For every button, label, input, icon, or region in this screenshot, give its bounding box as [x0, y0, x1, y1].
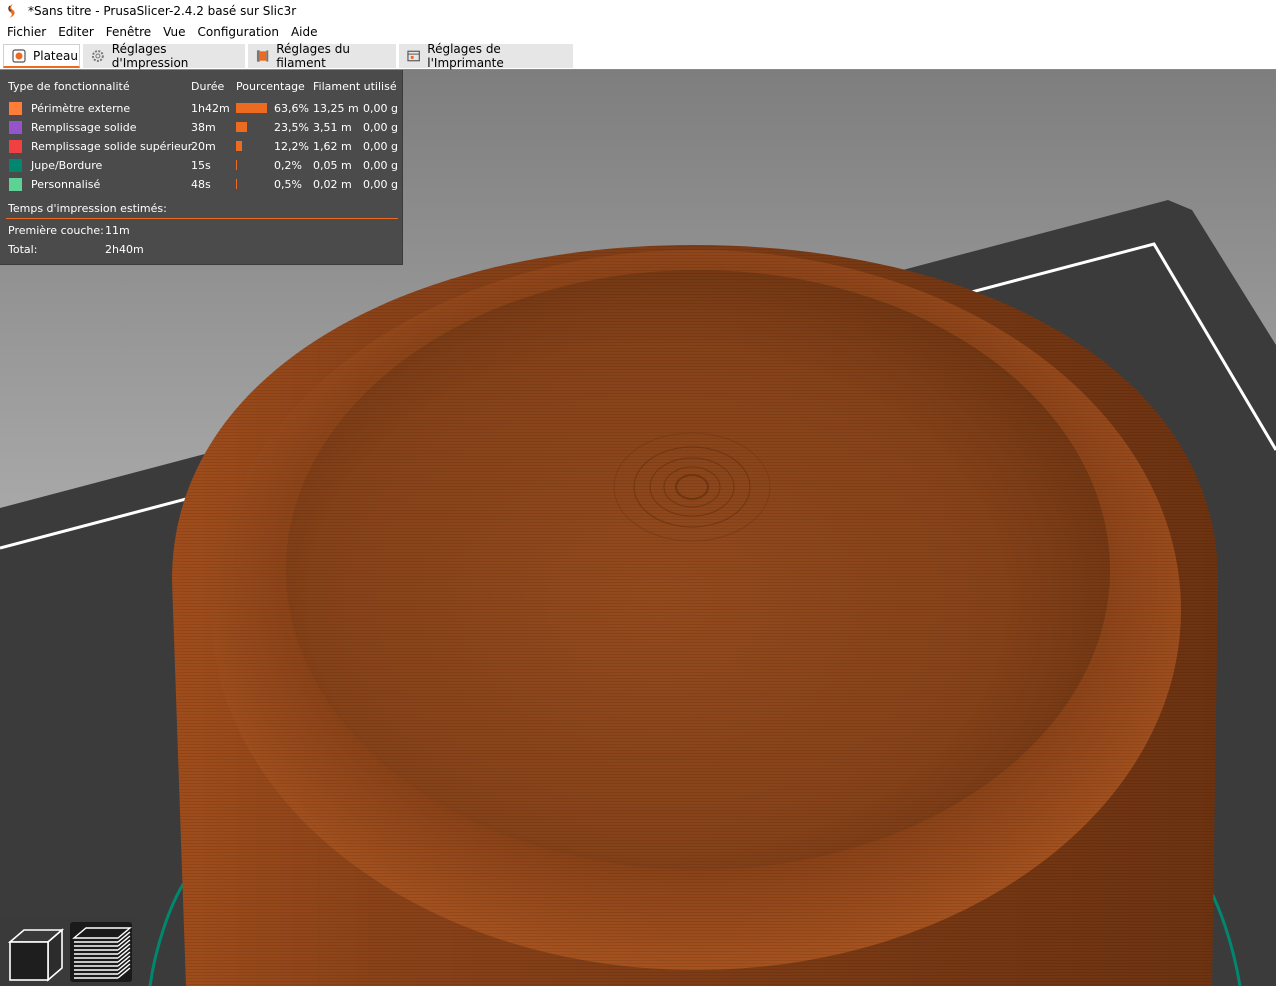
legend-color-swatch — [9, 121, 22, 134]
tab-filament-settings-label: Réglages du filament — [276, 42, 350, 70]
legend-row-percent-bar — [236, 179, 237, 189]
legend-color-swatch — [9, 178, 22, 191]
legend-header-duration: Durée — [191, 80, 225, 93]
legend-row-percent-bar — [236, 103, 267, 113]
legend-row[interactable]: Remplissage solide supérieur 20m 12,2% 1… — [0, 138, 403, 157]
layers-preview-icon — [72, 927, 132, 979]
printer-icon — [407, 50, 420, 62]
legend-row-type: Périmètre externe — [31, 102, 131, 115]
legend-color-swatch — [9, 140, 22, 153]
gear-icon — [91, 50, 104, 62]
menu-fenetre[interactable]: Fenêtre — [100, 25, 157, 39]
view-toggle-bar — [0, 916, 140, 986]
tab-print-settings-label: Réglages d'Impression — [111, 42, 189, 70]
plater-icon — [12, 48, 26, 63]
legend-color-swatch — [9, 159, 22, 172]
legend-row-length: 1,62 m — [313, 140, 352, 153]
legend-row-length: 0,02 m — [313, 178, 352, 191]
legend-separator — [6, 218, 398, 219]
menu-vue[interactable]: Vue — [157, 25, 191, 39]
menu-fichier[interactable]: Fichier — [0, 25, 52, 39]
legend-row-duration: 48s — [191, 178, 211, 191]
first-layer-label: Première couche: — [8, 224, 104, 237]
tab-plateau-label: Plateau — [33, 48, 78, 63]
menu-aide[interactable]: Aide — [285, 25, 324, 39]
legend-row-percent-bar — [236, 141, 242, 151]
menu-configuration[interactable]: Configuration — [192, 25, 285, 39]
legend-panel: Type de fonctionnalité Durée Pourcentage… — [0, 70, 403, 265]
legend-header-type: Type de fonctionnalité — [8, 80, 130, 93]
tab-printer-settings-label: Réglages de l'Imprimante — [427, 42, 504, 70]
legend-row-type: Jupe/Bordure — [31, 159, 103, 172]
legend-row-duration: 20m — [191, 140, 216, 153]
legend-row-weight: 0,00 g — [363, 159, 398, 172]
legend-row-length: 13,25 m — [313, 102, 359, 115]
legend-row[interactable]: Personnalisé 48s 0,5% 0,02 m 0,00 g — [0, 176, 403, 195]
total-label: Total: — [8, 243, 38, 256]
legend-row-weight: 0,00 g — [363, 140, 398, 153]
tab-print-settings[interactable]: Réglages d'Impression — [83, 42, 245, 70]
menu-editer[interactable]: Editer — [52, 25, 100, 39]
legend-row-weight: 0,00 g — [363, 121, 398, 134]
legend-row[interactable]: Périmètre externe 1h42m 63,6% 13,25 m 0,… — [0, 100, 403, 119]
legend-row-length: 3,51 m — [313, 121, 352, 134]
legend-header-percent: Pourcentage — [236, 80, 305, 93]
legend-row-duration: 38m — [191, 121, 216, 134]
legend-color-swatch — [9, 102, 22, 115]
estimated-time-label: Temps d'impression estimés: — [8, 202, 167, 215]
legend-row-type: Remplissage solide — [31, 121, 137, 134]
legend-row-percent: 23,5% — [274, 121, 309, 134]
legend-row-percent: 12,2% — [274, 140, 309, 153]
title-bar: *Sans titre - PrusaSlicer-2.4.2 basé sur… — [0, 0, 1276, 22]
filament-spool-icon — [256, 50, 269, 62]
first-layer-value: 11m — [105, 224, 130, 237]
prusaslicer-logo-icon — [8, 4, 15, 18]
tab-plateau[interactable]: Plateau — [3, 44, 80, 68]
legend-row-type: Personnalisé — [31, 178, 101, 191]
tab-bar: Plateau Réglages d'Impression Réglages d… — [0, 42, 1276, 70]
legend-row-weight: 0,00 g — [363, 102, 398, 115]
legend-row-duration: 15s — [191, 159, 211, 172]
3d-view-cube-icon — [7, 928, 65, 982]
menu-bar: Fichier Editer Fenêtre Vue Configuration… — [0, 22, 1276, 42]
window-title: *Sans titre - PrusaSlicer-2.4.2 basé sur… — [28, 4, 297, 18]
legend-row-type: Remplissage solide supérieur — [31, 140, 193, 153]
tab-filament-settings[interactable]: Réglages du filament — [248, 42, 396, 70]
3d-view-button[interactable] — [4, 922, 66, 982]
legend-row-percent: 0,5% — [274, 178, 302, 191]
legend-row[interactable]: Jupe/Bordure 15s 0,2% 0,05 m 0,00 g — [0, 157, 403, 176]
legend-row-duration: 1h42m — [191, 102, 230, 115]
legend-row-percent: 0,2% — [274, 159, 302, 172]
legend-row-length: 0,05 m — [313, 159, 352, 172]
legend-header-filament: Filament utilisé — [313, 80, 397, 93]
legend-row-percent-bar — [236, 122, 247, 132]
legend-row-weight: 0,00 g — [363, 178, 398, 191]
legend-row-percent-bar — [236, 160, 237, 170]
legend-row[interactable]: Remplissage solide 38m 23,5% 3,51 m 0,00… — [0, 119, 403, 138]
preview-layers-button[interactable] — [70, 922, 132, 982]
tab-printer-settings[interactable]: Réglages de l'Imprimante — [399, 42, 573, 70]
total-value: 2h40m — [105, 243, 144, 256]
legend-row-percent: 63,6% — [274, 102, 309, 115]
